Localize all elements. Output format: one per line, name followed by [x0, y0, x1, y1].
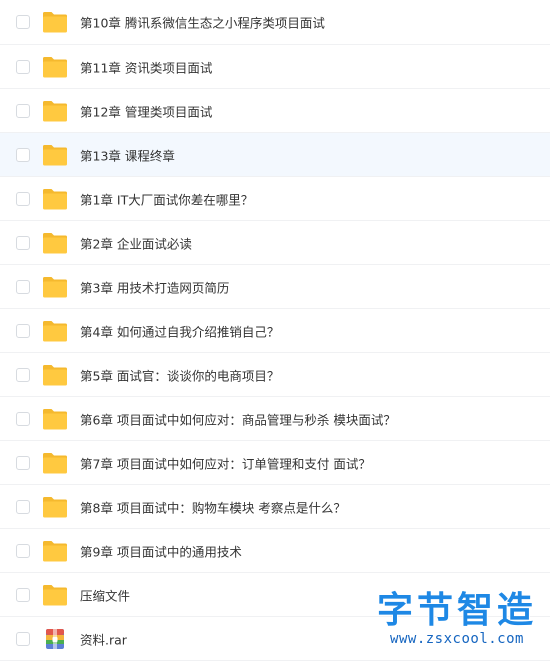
folder-icon [42, 363, 68, 387]
file-list: 第10章 腾讯系微信生态之小程序类项目面试 第11章 资讯类项目面试 第12章 管理… [0, 0, 550, 661]
file-name[interactable]: 第5章 面试官：谈谈你的电商项目？ [80, 365, 279, 384]
folder-icon [42, 451, 68, 475]
folder-icon [42, 583, 68, 607]
file-name[interactable]: 第10章 腾讯系微信生态之小程序类项目面试 [80, 13, 325, 32]
file-row[interactable]: 资料.rar [0, 617, 550, 661]
folder-row[interactable]: 第5章 面试官：谈谈你的电商项目？ [0, 353, 550, 397]
file-name[interactable]: 第2章 企业面试必读 [80, 233, 192, 252]
folder-row[interactable]: 压缩文件 [0, 573, 550, 617]
row-checkbox[interactable] [16, 631, 30, 646]
file-name[interactable]: 资料.rar [80, 629, 127, 648]
folder-row[interactable]: 第1章 IT大厂面试你差在哪里？ [0, 177, 550, 221]
file-name[interactable]: 第3章 用技术打造网页简历 [80, 277, 229, 296]
folder-row[interactable]: 第11章 资讯类项目面试 [0, 45, 550, 89]
file-name[interactable]: 第13章 课程终章 [80, 145, 175, 164]
folder-icon [42, 231, 68, 255]
folder-row[interactable]: 第4章 如何通过自我介绍推销自己？ [0, 309, 550, 353]
folder-row[interactable]: 第9章 项目面试中的通用技术 [0, 529, 550, 573]
file-name[interactable]: 第7章 项目面试中如何应对：订单管理和支付 面试？ [80, 453, 371, 472]
folder-row[interactable]: 第8章 项目面试中：购物车模块 考察点是什么？ [0, 485, 550, 529]
file-name[interactable]: 第9章 项目面试中的通用技术 [80, 541, 242, 560]
row-checkbox[interactable] [16, 147, 30, 162]
folder-row[interactable]: 第12章 管理类项目面试 [0, 89, 550, 133]
file-name[interactable]: 第8章 项目面试中：购物车模块 考察点是什么？ [80, 497, 346, 516]
file-name[interactable]: 压缩文件 [80, 585, 130, 604]
archive-icon [42, 627, 68, 651]
row-checkbox[interactable] [16, 411, 30, 426]
folder-row[interactable]: 第3章 用技术打造网页简历 [0, 265, 550, 309]
row-checkbox[interactable] [16, 499, 30, 514]
row-checkbox[interactable] [16, 323, 30, 338]
folder-icon [42, 407, 68, 431]
folder-icon [42, 539, 68, 563]
row-checkbox[interactable] [16, 543, 30, 558]
folder-row[interactable]: 第13章 课程终章 [0, 133, 550, 177]
row-checkbox[interactable] [16, 235, 30, 250]
row-checkbox[interactable] [16, 587, 30, 602]
file-name[interactable]: 第12章 管理类项目面试 [80, 101, 212, 120]
folder-icon [42, 187, 68, 211]
folder-icon [42, 319, 68, 343]
folder-icon [42, 275, 68, 299]
folder-icon [42, 55, 68, 79]
file-name[interactable]: 第6章 项目面试中如何应对：商品管理与秒杀 模块面试？ [80, 409, 396, 428]
folder-row[interactable]: 第7章 项目面试中如何应对：订单管理和支付 面试？ [0, 441, 550, 485]
folder-icon [42, 143, 68, 167]
row-checkbox[interactable] [16, 191, 30, 206]
row-checkbox[interactable] [16, 279, 30, 294]
file-name[interactable]: 第11章 资讯类项目面试 [80, 57, 212, 76]
row-checkbox[interactable] [16, 103, 30, 118]
folder-row[interactable]: 第2章 企业面试必读 [0, 221, 550, 265]
file-name[interactable]: 第4章 如何通过自我介绍推销自己？ [80, 321, 279, 340]
folder-icon [42, 495, 68, 519]
folder-icon [42, 99, 68, 123]
row-checkbox[interactable] [16, 15, 30, 29]
folder-row[interactable]: 第10章 腾讯系微信生态之小程序类项目面试 [0, 0, 550, 45]
row-checkbox[interactable] [16, 59, 30, 74]
row-checkbox[interactable] [16, 455, 30, 470]
file-name[interactable]: 第1章 IT大厂面试你差在哪里？ [80, 189, 253, 208]
folder-icon [42, 10, 68, 34]
row-checkbox[interactable] [16, 367, 30, 382]
folder-row[interactable]: 第6章 项目面试中如何应对：商品管理与秒杀 模块面试？ [0, 397, 550, 441]
